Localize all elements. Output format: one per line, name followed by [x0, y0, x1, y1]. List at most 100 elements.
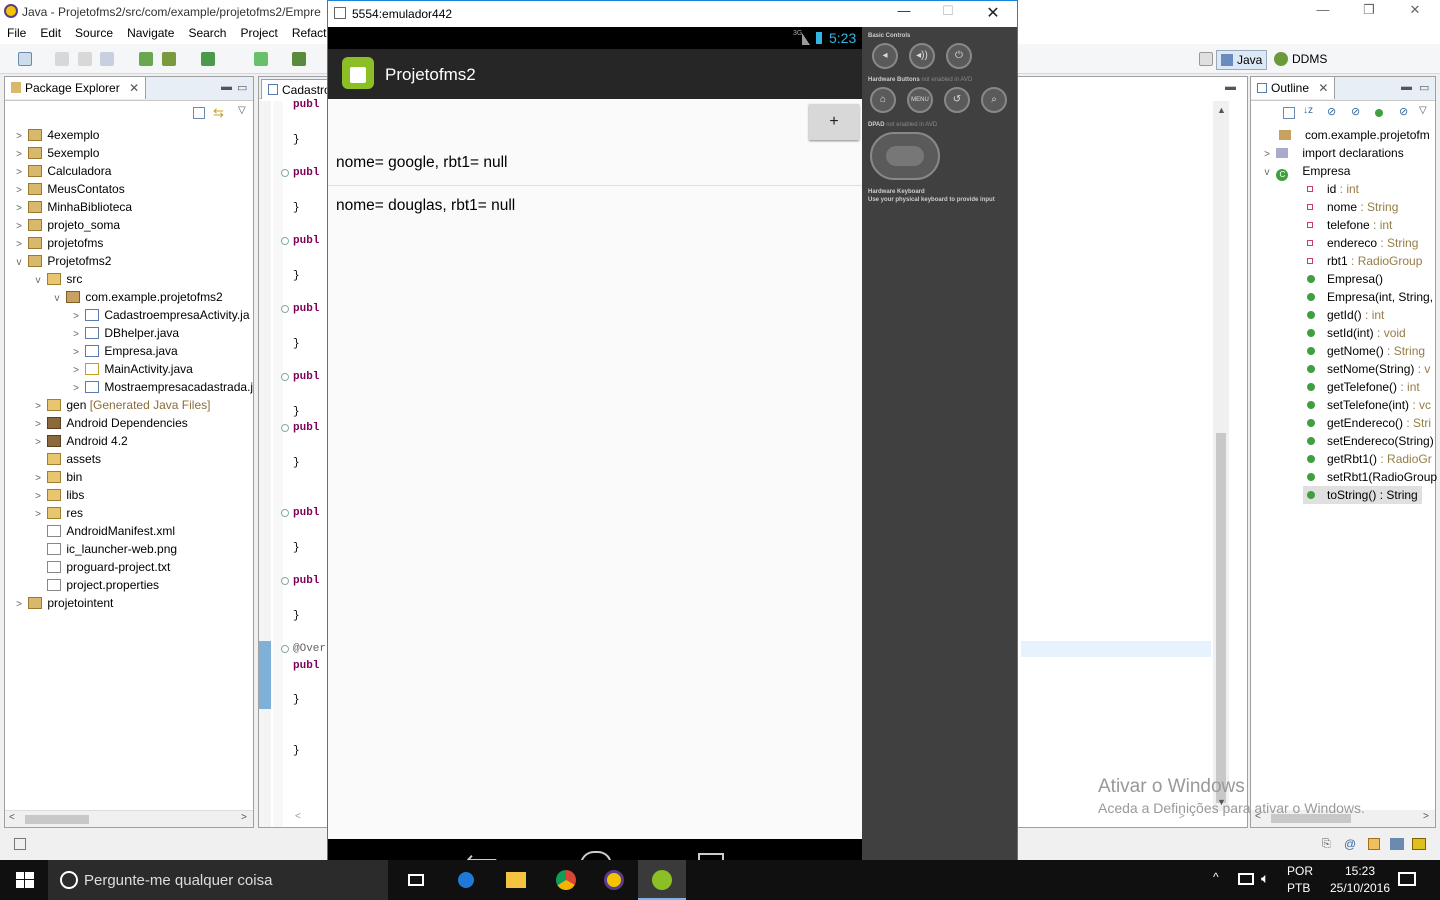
tree-item-res[interactable]: > res	[32, 504, 83, 522]
fold-icon[interactable]	[281, 645, 289, 653]
show-hidden-icons[interactable]: ^	[1213, 870, 1219, 884]
dpad-center-icon[interactable]	[886, 146, 924, 166]
tree-item-mainactivity[interactable]: > MainActivity.java	[70, 360, 193, 378]
minimize-view-icon[interactable]: ▬	[1401, 81, 1412, 93]
outline-member[interactable]: getRbt1() : RadioGr	[1307, 450, 1432, 468]
outline-member[interactable]: setId(int) : void	[1307, 324, 1406, 342]
new-icon[interactable]	[18, 52, 32, 66]
fold-icon[interactable]	[281, 305, 289, 313]
search-hardware-icon[interactable]: ⌕	[981, 87, 1007, 113]
list-item[interactable]: nome= google, rbt1= null	[336, 154, 507, 172]
minimize-view-icon[interactable]: ▬	[1225, 81, 1236, 93]
menu-search[interactable]: Search	[181, 24, 233, 42]
outline-package[interactable]: com.example.projetofm	[1279, 126, 1430, 144]
view-menu-icon[interactable]: ▽	[1419, 105, 1427, 116]
save-all-icon[interactable]	[78, 52, 92, 66]
eclipse-taskbar-icon[interactable]	[590, 860, 638, 900]
outline-tab[interactable]: Outline ✕	[1251, 77, 1336, 99]
expand-icon[interactable]: >	[13, 596, 25, 614]
file-explorer-icon[interactable]	[492, 860, 540, 900]
collapse-icon[interactable]: v	[32, 272, 44, 290]
hide-fields-icon[interactable]: ⊘	[1327, 105, 1336, 118]
tree-item-src[interactable]: v src	[32, 270, 83, 290]
menu-hardware-button[interactable]: MENU	[907, 87, 933, 113]
tree-item-libs[interactable]: > libs	[32, 486, 84, 504]
tree-item-projetointent[interactable]: > projetointent	[13, 594, 113, 612]
logcat-icon[interactable]	[1412, 838, 1426, 850]
outline-member[interactable]: rbt1 : RadioGroup	[1307, 252, 1422, 270]
volume-icon[interactable]: 🔈︎	[1261, 870, 1269, 887]
collapse-all-icon[interactable]	[193, 107, 205, 119]
outline-member[interactable]: setRbt1(RadioGroup	[1307, 468, 1437, 486]
menu-project[interactable]: Project	[233, 24, 284, 42]
chrome-icon[interactable]	[542, 860, 590, 900]
tree-item-empresa[interactable]: > Empresa.java	[70, 342, 178, 360]
print-icon[interactable]	[100, 52, 114, 66]
perspective-ddms[interactable]: DDMS	[1270, 50, 1331, 70]
outline-member[interactable]: endereco : String	[1307, 234, 1418, 252]
hide-static-icon[interactable]: ⊘	[1351, 105, 1360, 118]
scroll-left-icon[interactable]: <	[9, 812, 15, 823]
tree-item-package[interactable]: v com.example.projetofms2	[51, 288, 223, 306]
scroll-left-icon[interactable]: <	[295, 811, 301, 822]
outline-member[interactable]: setEndereco(String)	[1307, 432, 1434, 450]
volume-down-icon[interactable]: ◂	[872, 43, 898, 69]
tree-item-4exemplo[interactable]: > 4exemplo	[13, 126, 99, 144]
sort-icon[interactable]: ↓z	[1303, 105, 1313, 116]
android-email-icon[interactable]: @	[1344, 837, 1356, 851]
view-menu-icon[interactable]: ▽	[238, 105, 246, 116]
emulator-close-button[interactable]: ✕	[970, 3, 1016, 23]
outline-member[interactable]: telefone : int	[1307, 216, 1392, 234]
tree-item-android-dependencies[interactable]: > Android Dependencies	[32, 414, 188, 432]
menu-file[interactable]: File	[0, 24, 33, 42]
list-item[interactable]: nome= douglas, rbt1= null	[336, 197, 515, 215]
horizontal-scrollbar[interactable]: < >	[5, 810, 253, 827]
add-button[interactable]: +	[809, 104, 859, 140]
tree-item-ic-launcher[interactable]: ic_launcher-web.png	[32, 540, 177, 558]
menu-navigate[interactable]: Navigate	[120, 24, 181, 42]
open-perspective-icon[interactable]	[1199, 52, 1213, 66]
tree-item-cadastroempresaactivity[interactable]: > CadastroempresaActivity.ja	[70, 306, 249, 324]
network-icon[interactable]	[1238, 873, 1254, 885]
fold-icon[interactable]	[281, 169, 289, 177]
outline-member[interactable]: Empresa()	[1307, 270, 1383, 288]
outline-member-selected[interactable]: toString() : String	[1303, 486, 1422, 504]
vertical-scrollbar[interactable]: ▲ ▼	[1213, 101, 1229, 811]
checkbox-icon[interactable]	[201, 52, 215, 66]
package-explorer-tab[interactable]: Package Explorer ✕	[5, 77, 147, 99]
tree-item-android-42[interactable]: > Android 4.2	[32, 432, 128, 450]
scroll-up-icon[interactable]: ▲	[1217, 105, 1226, 115]
action-center-icon[interactable]	[1398, 872, 1416, 886]
tree-item-bin[interactable]: > bin	[32, 468, 82, 486]
taskbar-clock[interactable]: 15:23	[1330, 864, 1390, 878]
tree-item-meuscontatos[interactable]: > MeusContatos	[13, 180, 125, 198]
power-icon[interactable]: ⏻	[946, 43, 972, 69]
volume-up-icon[interactable]: ◂))	[909, 43, 935, 69]
outline-member[interactable]: getEndereco() : Stri	[1307, 414, 1431, 432]
collapse-icon[interactable]: v	[13, 254, 25, 272]
scroll-right-icon[interactable]: >	[241, 812, 247, 823]
outline-member[interactable]: getId() : int	[1307, 306, 1384, 324]
emulator-minimize-button[interactable]: —	[881, 3, 927, 23]
avd-manager-icon[interactable]	[162, 52, 176, 66]
tree-item-assets[interactable]: assets	[32, 450, 101, 468]
home-hardware-icon[interactable]: ⌂	[870, 87, 896, 113]
tree-item-androidmanifest[interactable]: AndroidManifest.xml	[32, 522, 175, 540]
outline-member[interactable]: getNome() : String	[1307, 342, 1425, 360]
fast-view-icon[interactable]	[14, 838, 26, 850]
fold-icon[interactable]	[281, 509, 289, 517]
collapse-icon[interactable]: v	[1261, 164, 1273, 182]
outline-imports[interactable]: > import declarations	[1261, 144, 1404, 162]
outline-member[interactable]: Empresa(int, String,	[1307, 288, 1433, 306]
tree-item-projeto-soma[interactable]: > projeto_soma	[13, 216, 120, 234]
close-tab-icon[interactable]: ✕	[129, 81, 139, 95]
hide-nonpublic-icon[interactable]	[1375, 109, 1383, 117]
tree-item-project-properties[interactable]: project.properties	[32, 576, 159, 594]
outline-member[interactable]: setTelefone(int) : vc	[1307, 396, 1431, 414]
emulator-maximize-button[interactable]: ☐	[925, 3, 971, 23]
tree-item-5exemplo[interactable]: > 5exemplo	[13, 144, 99, 162]
console-icon[interactable]	[1390, 838, 1404, 850]
maximize-view-icon[interactable]: ▭	[237, 81, 247, 94]
fold-icon[interactable]	[281, 237, 289, 245]
menu-edit[interactable]: Edit	[33, 24, 68, 42]
